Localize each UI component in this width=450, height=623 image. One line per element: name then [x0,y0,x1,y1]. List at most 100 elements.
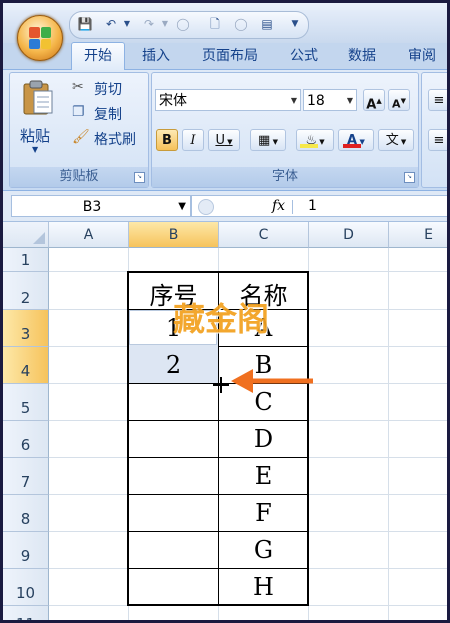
paste-dropdown-icon: ▼ [32,145,39,154]
brush-icon: 🖌 [72,129,90,145]
cut-label: 剪切 [94,82,122,98]
cell-c10[interactable]: H [219,573,308,601]
screenshot-icon[interactable]: ▤ [258,15,276,33]
formula-bar-handle-icon [198,199,214,215]
paste-button[interactable]: 粘贴 ▼ [18,77,58,161]
bold-button[interactable]: B [156,129,178,151]
column-header-a[interactable]: A [49,222,129,248]
row-header-7[interactable]: 7 [3,458,49,495]
paste-label: 粘贴 [20,127,51,145]
redo-dropdown-icon[interactable]: ▼ [156,15,174,33]
formula-value: 1 [308,198,317,214]
clipboard-group-label: 剪贴板 [10,167,148,187]
circle-icon[interactable]: ◯ [174,15,192,33]
shrink-font-button[interactable]: A▼ [388,89,410,111]
ribbon-tabs: 开始 插入 页面布局 公式 数据 审阅 [3,42,447,70]
align-lines-icon: ≡ [433,93,445,108]
name-box[interactable]: B3 ▼ [11,195,191,217]
tab-insert[interactable]: 插入 [131,43,181,69]
orange-arrow-icon [231,369,313,393]
cell-c9[interactable]: G [219,536,308,564]
quick-access-toolbar: 💾 ↶ ▼ ↷ ▼ ◯ 🗋 ◯ ▤ ▼ [69,11,309,39]
font-size-select[interactable]: 18 ▼ [303,89,357,111]
tab-data[interactable]: 数据 [337,43,387,69]
format-painter-label: 格式刷 [94,132,136,148]
align-left-button[interactable]: ≡ [428,129,447,151]
formula-input[interactable]: fx 1 [191,195,447,217]
row-header-3[interactable]: 3 [3,310,49,347]
worksheet[interactable]: A B C D E 1 2 3 4 5 6 7 8 9 10 11 [3,222,447,620]
copy-label: 复制 [94,107,122,123]
tab-formulas[interactable]: 公式 [279,43,329,69]
row-header-6[interactable]: 6 [3,421,49,458]
customize-arrow-icon[interactable]: ▼ [286,15,304,33]
row-header-5[interactable]: 5 [3,384,49,421]
fx-label[interactable]: fx [272,196,285,216]
cell-c7[interactable]: E [219,462,308,490]
align-top-button[interactable]: ≡ [428,89,447,111]
alignment-group: ≡ ≡ [421,72,447,188]
font-name-select[interactable]: 宋体 ▼ [155,89,301,111]
row-header-10[interactable]: 10 [3,569,49,606]
column-header-d[interactable]: D [309,222,389,248]
copy-icon: ❐ [72,104,85,120]
row-header-4[interactable]: 4 [3,347,49,384]
grow-font-button[interactable]: A▲ [363,89,385,113]
table-border [218,346,309,347]
formula-divider [292,200,293,214]
italic-icon: I [190,133,196,148]
name-box-dropdown-icon[interactable]: ▼ [178,196,186,218]
cell-c6[interactable]: D [219,425,308,453]
fill-color-button[interactable]: ♨ ▼ [296,129,334,151]
column-header-c[interactable]: C [219,222,309,248]
gridline [388,248,389,620]
row-header-9[interactable]: 9 [3,532,49,569]
ribbon: 粘贴 ▼ ✂ 剪切 ❐ 复制 🖌 格式刷 剪贴板 ↘ 宋体 ▼ 18 ▼ A▲ … [3,70,447,191]
cell-b4[interactable]: 2 [129,351,218,379]
grow-font-icon: A [366,97,377,113]
copy-button[interactable]: ❐ 复制 [72,104,142,124]
font-color-button[interactable]: A ▼ [338,129,374,151]
font-size-dropdown-icon: ▼ [346,96,353,105]
column-header-b[interactable]: B [129,222,219,248]
format-painter-button[interactable]: 🖌 格式刷 [72,129,146,149]
select-all-triangle-icon [33,232,45,244]
formula-bar-row: B3 ▼ fx 1 [3,191,447,222]
font-group: 宋体 ▼ 18 ▼ A▲ A▼ B I U ▼ ▦ ▼ ♨ ▼ A ▼ 文 ▼ … [151,72,419,188]
row-header-2[interactable]: 2 [3,272,49,310]
save-icon[interactable]: 💾 [76,15,94,33]
excel-window: 💾 ↶ ▼ ↷ ▼ ◯ 🗋 ◯ ▤ ▼ 开始 插入 页面布局 公式 数据 审阅 [0,0,450,623]
underline-icon: U [215,133,225,148]
row-header-8[interactable]: 8 [3,495,49,532]
italic-button[interactable]: I [182,129,204,151]
new-doc-icon[interactable]: 🗋 [206,15,224,33]
shrink-font-icon: A [392,97,401,111]
clipboard-launcher-icon[interactable]: ↘ [134,172,145,183]
bold-icon: B [162,133,172,148]
tab-review[interactable]: 审阅 [397,43,447,69]
column-header-e[interactable]: E [389,222,447,248]
title-bar: 💾 ↶ ▼ ↷ ▼ ◯ 🗋 ◯ ▤ ▼ [3,3,447,43]
cell-c8[interactable]: F [219,499,308,527]
undo-dropdown-icon[interactable]: ▼ [118,15,136,33]
select-all-corner[interactable] [3,222,49,248]
cut-button[interactable]: ✂ 剪切 [72,79,142,99]
borders-button[interactable]: ▦ ▼ [250,129,286,151]
scissors-icon: ✂ [72,79,84,95]
font-size-value: 18 [307,93,325,109]
office-logo-icon [29,27,51,49]
phonetic-button[interactable]: 文 ▼ [378,129,414,151]
row-header-1[interactable]: 1 [3,248,49,272]
tab-home[interactable]: 开始 [71,42,125,70]
font-name-value: 宋体 [159,93,187,109]
phonetic-icon: 文 [385,133,399,148]
borders-icon: ▦ [258,133,271,148]
print-preview-icon[interactable]: ◯ [232,15,250,33]
office-button[interactable] [17,15,63,61]
font-launcher-icon[interactable]: ↘ [404,172,415,183]
row-header-11[interactable]: 11 [3,606,49,620]
font-group-label: 字体 [152,167,418,187]
tab-page-layout[interactable]: 页面布局 [191,43,269,69]
underline-button[interactable]: U ▼ [208,129,240,151]
font-name-dropdown-icon: ▼ [290,96,297,105]
